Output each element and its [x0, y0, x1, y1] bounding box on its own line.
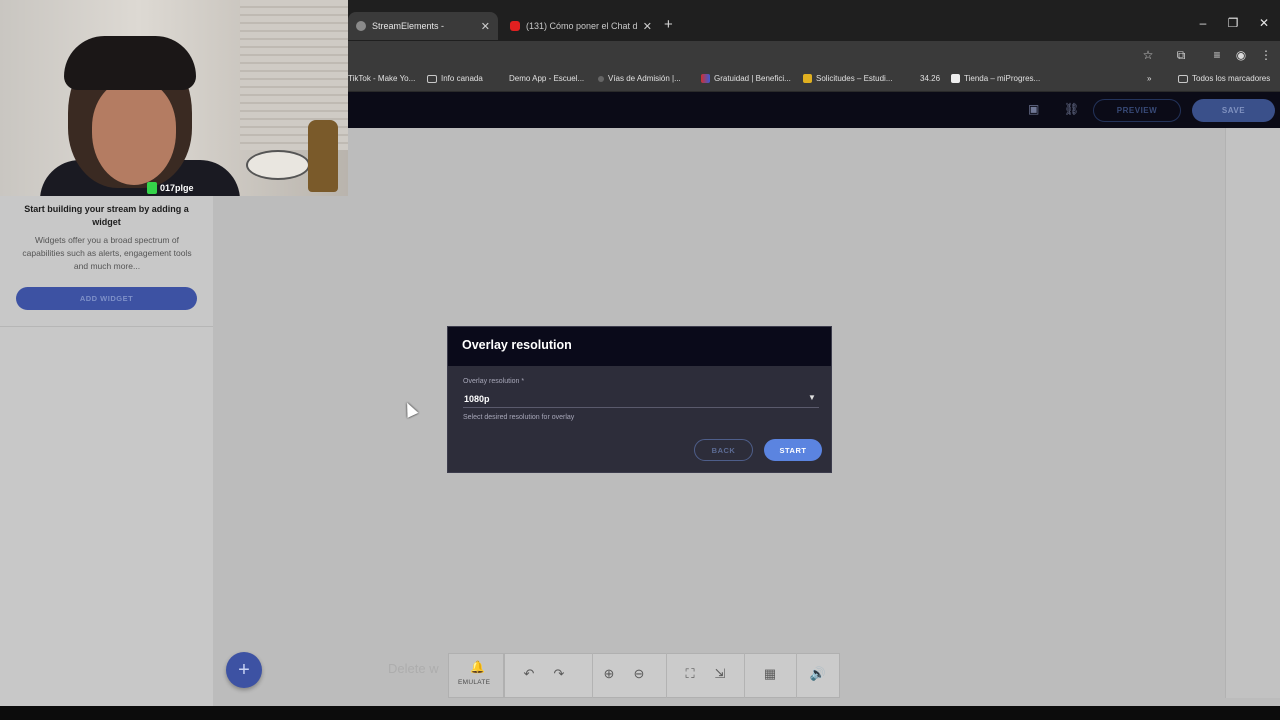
close-window-button[interactable]: ✕: [1249, 16, 1279, 30]
bookmark-item[interactable]: Demo App - Escuel...: [496, 74, 584, 83]
kick-logo-icon: [147, 182, 157, 194]
bookmark-item[interactable]: Vías de Admisión |...: [598, 74, 681, 83]
sidebar-divider: [0, 326, 213, 327]
bookmark-item[interactable]: 34.26: [907, 74, 940, 83]
right-panel: [1225, 128, 1280, 698]
more-bookmarks-button[interactable]: »: [1147, 74, 1151, 83]
volume-icon[interactable]: 🔊: [808, 666, 828, 682]
toolbar-divider: [744, 653, 745, 698]
media-icon[interactable]: ≡: [1208, 48, 1226, 62]
bookmark-item[interactable]: Tienda – miProgres...: [951, 74, 1040, 83]
bookmark-icon: [701, 74, 710, 83]
bookmark-label: TikTok - Make Yo...: [348, 74, 416, 83]
youtube-favicon-icon: [510, 21, 520, 31]
resolution-helper-text: Select desired resolution for overlay: [463, 414, 575, 421]
tab-streamelements[interactable]: StreamElements - ✕: [348, 12, 498, 40]
back-button[interactable]: BACK: [694, 439, 753, 461]
bottle: [308, 120, 338, 192]
exit-fullscreen-icon[interactable]: ⇲: [710, 666, 730, 682]
minimize-button[interactable]: –: [1188, 16, 1218, 30]
resolution-field-label: Overlay resolution *: [463, 378, 525, 385]
undo-icon[interactable]: ↶: [519, 666, 539, 682]
star-icon[interactable]: ☆: [1139, 48, 1157, 62]
zoom-in-icon[interactable]: ⊕: [599, 666, 619, 682]
zoom-out-icon[interactable]: ⊖: [629, 666, 649, 682]
fullscreen-icon[interactable]: ⛶: [680, 666, 700, 682]
plate: [246, 150, 310, 180]
faded-hint-text: Delete w: [388, 661, 439, 676]
bookmark-item[interactable]: Info canada: [427, 74, 483, 83]
extensions-icon[interactable]: ⧉: [1172, 48, 1190, 63]
new-tab-button[interactable]: +: [664, 16, 673, 33]
restore-button[interactable]: ❐: [1218, 16, 1248, 30]
profile-icon[interactable]: ◉: [1232, 48, 1250, 62]
start-button[interactable]: START: [764, 439, 822, 461]
kick-badge: 017plge: [147, 181, 194, 195]
folder-icon: [427, 74, 437, 83]
tab-youtube[interactable]: (131) Cómo poner el Chat de T ✕: [502, 12, 660, 40]
save-button[interactable]: SAVE: [1192, 99, 1275, 122]
add-widget-button[interactable]: ADD WIDGET: [16, 287, 197, 310]
bookmark-label: Gratuidad | Benefici...: [714, 74, 791, 83]
tab-close-icon[interactable]: ✕: [643, 20, 652, 33]
sidebar-title: Start building your stream by adding a w…: [24, 204, 189, 227]
sidebar-description: Widgets offer you a broad spectrum of ca…: [22, 235, 192, 271]
bookmark-item[interactable]: TikTok - Make Yo...: [348, 74, 415, 83]
bookmark-icon: [907, 74, 916, 83]
bell-icon: 🔔: [470, 660, 485, 674]
dialog-title: Overlay resolution: [462, 338, 572, 352]
resolution-select-value[interactable]: 1080p: [464, 394, 490, 404]
tab-close-icon[interactable]: ✕: [481, 20, 490, 33]
bookmark-icon: [951, 74, 960, 83]
kick-username: 017plge: [160, 183, 194, 193]
toolbar-divider: [666, 653, 667, 698]
redo-icon[interactable]: ↷: [549, 666, 569, 682]
bottom-strip: [0, 706, 1280, 720]
folder-icon: [1178, 74, 1188, 83]
person-hair: [64, 36, 196, 90]
grid-icon[interactable]: ▦: [760, 666, 780, 682]
bookmark-label: Demo App - Escuel...: [509, 74, 585, 83]
person-face: [92, 80, 176, 185]
bookmark-label: Tienda – miProgres...: [964, 74, 1041, 83]
bookmark-label: Vías de Admisión |...: [608, 74, 681, 83]
emulate-label: EMULATE: [458, 679, 491, 686]
bookmark-label: Solicitudes – Estudi...: [816, 74, 893, 83]
bookmark-icon: [803, 74, 812, 83]
bookmark-item[interactable]: Solicitudes – Estudi...: [803, 74, 892, 83]
preview-button[interactable]: PREVIEW: [1093, 99, 1181, 122]
all-bookmarks-button[interactable]: Todos los marcadores: [1178, 74, 1270, 83]
bookmark-item[interactable]: Gratuidad | Benefici...: [701, 74, 791, 83]
resolution-field-underline: [463, 407, 819, 408]
monitor-icon[interactable]: ▣: [1028, 102, 1039, 116]
bookmark-label: Todos los marcadores: [1192, 74, 1271, 83]
tab-title: StreamElements -: [372, 21, 445, 31]
dropdown-caret-icon[interactable]: ▼: [808, 393, 816, 402]
toolbar-divider: [796, 653, 797, 698]
bookmark-icon: [496, 74, 505, 83]
webcam-feed: 017plge: [0, 0, 348, 196]
menu-icon[interactable]: ⋮: [1257, 48, 1275, 62]
bookmark-icon: [598, 75, 604, 82]
link-icon[interactable]: ⛓: [1064, 102, 1079, 116]
add-layer-button[interactable]: +: [226, 652, 262, 688]
streamelements-favicon-icon: [356, 21, 366, 31]
bookmark-label: 34.26: [920, 74, 941, 83]
toolbar-divider: [592, 653, 593, 698]
tab-title: (131) Cómo poner el Chat de T: [526, 21, 637, 31]
bookmark-label: Info canada: [441, 74, 483, 83]
